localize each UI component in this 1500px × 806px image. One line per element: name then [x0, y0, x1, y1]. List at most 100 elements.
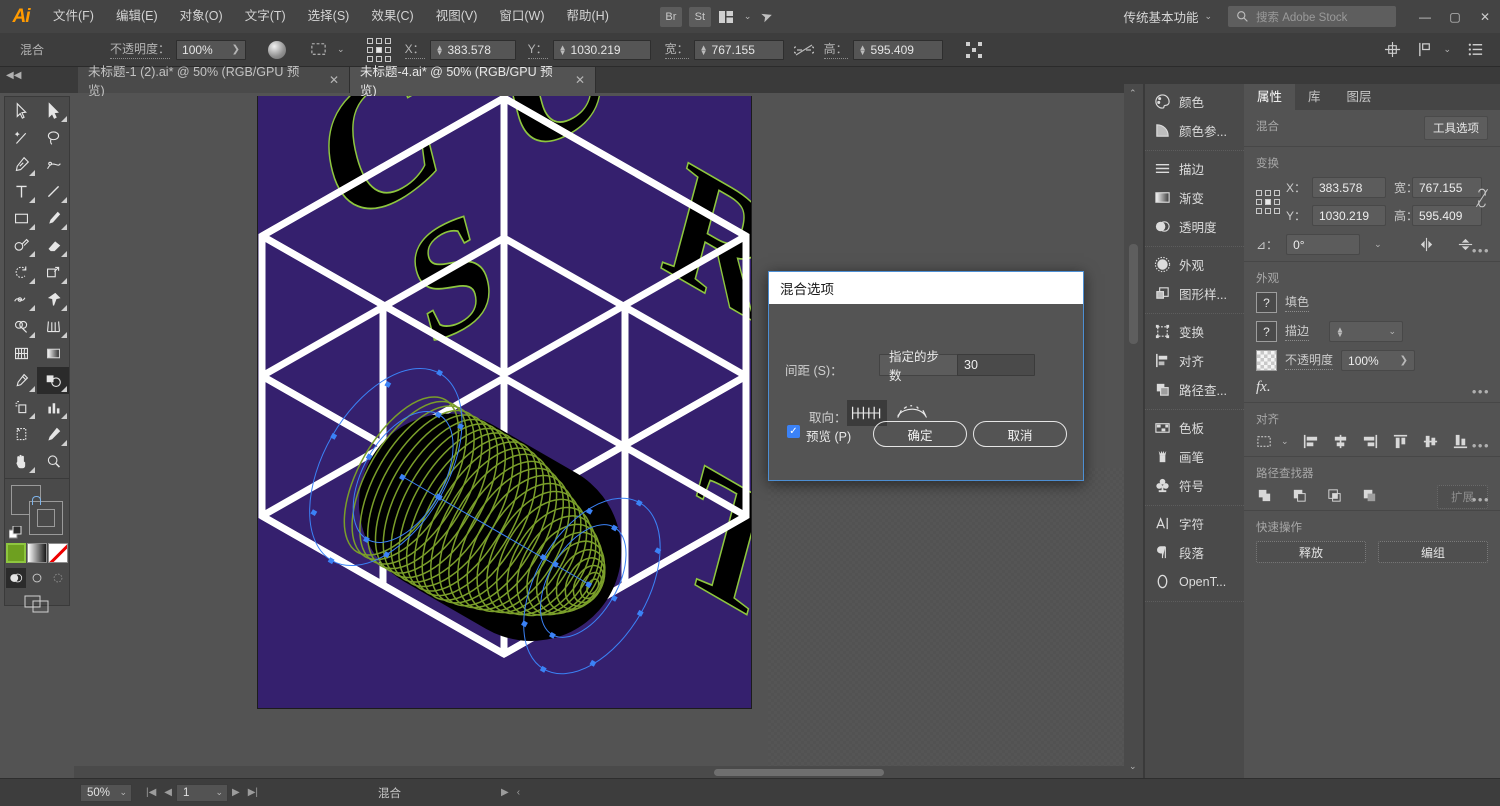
zoom-tool[interactable] [37, 448, 69, 475]
angle-chevron-down-icon[interactable]: ⌄ [1374, 239, 1382, 250]
menu-file[interactable]: 文件(F) [42, 0, 105, 33]
props-angle-input[interactable]: 0° [1286, 234, 1361, 255]
constrain-proportions-icon[interactable] [1474, 185, 1490, 211]
control-y-input[interactable]: ▲ ▼ 1030.219 [552, 39, 651, 60]
eyedropper-tool[interactable] [5, 367, 37, 394]
menu-effect[interactable]: 效果(C) [360, 0, 424, 33]
dock-item-stroke[interactable]: 描边 [1145, 154, 1244, 183]
anchor-tc[interactable] [375, 37, 382, 44]
dock-item-transparency[interactable]: 透明度 [1145, 212, 1244, 241]
align-bottom-icon[interactable] [1452, 433, 1469, 450]
stock-button[interactable]: St [688, 6, 711, 27]
selection-tool[interactable] [5, 97, 37, 124]
xf-anchor-mr[interactable] [1274, 198, 1280, 205]
align-center-horizontal-icon[interactable] [1332, 433, 1349, 450]
line-segment-tool[interactable] [37, 178, 69, 205]
stroke-swatch-button[interactable]: ? [1256, 321, 1277, 342]
artboard-tool[interactable] [5, 421, 37, 448]
props-opacity-input[interactable]: 100% ❯ [1341, 350, 1416, 371]
lasso-tool[interactable] [37, 124, 69, 151]
menu-select[interactable]: 选择(S) [297, 0, 361, 33]
dock-scroll-thumb[interactable] [1129, 244, 1138, 344]
control-opacity-input[interactable]: 100% ❯ [176, 39, 247, 60]
bridge-button[interactable]: Br [659, 6, 682, 27]
next-artboard-icon[interactable]: ▶ [228, 787, 244, 798]
select-similar-button[interactable]: ⌄ [310, 41, 345, 58]
dock-item-color[interactable]: 颜色 [1145, 87, 1244, 116]
tool-options-button[interactable]: 工具选项 [1424, 116, 1488, 140]
blend-tool[interactable] [37, 367, 69, 394]
status-collapse-icon[interactable]: ‹ [513, 787, 524, 798]
arrange-documents-button[interactable]: ⌄ [718, 9, 751, 25]
stock-search-input[interactable]: 搜索 Adobe Stock [1228, 6, 1396, 27]
none-fill-button[interactable] [48, 543, 69, 563]
opacity-expand-icon[interactable]: ❯ [232, 44, 240, 55]
dock-item-paragraph[interactable]: 段落 [1145, 538, 1244, 567]
xf-anchor-bl[interactable] [1256, 207, 1262, 214]
direct-selection-tool[interactable] [37, 97, 69, 124]
pathfinder-exclude-icon[interactable] [1361, 487, 1378, 504]
swap-fill-stroke-icon[interactable] [32, 496, 41, 505]
xf-anchor-tr[interactable] [1274, 189, 1280, 196]
shaper-tool[interactable] [5, 232, 37, 259]
stroke-weight-chevron-icon[interactable]: ⌄ [1388, 326, 1396, 337]
dock-item-symbols[interactable]: 符号 [1145, 471, 1244, 500]
fill-swatch[interactable] [29, 501, 63, 535]
link-dimensions-icon[interactable] [793, 43, 814, 57]
transform-anchor-widget[interactable] [1256, 189, 1286, 214]
eraser-tool[interactable] [37, 232, 69, 259]
align-to-dropdown[interactable]: ⌄ [1256, 433, 1289, 450]
canvas-horizontal-scrollbar[interactable] [74, 766, 1124, 778]
draw-normal-mode[interactable] [5, 568, 26, 588]
group-button[interactable]: 编组 [1378, 541, 1488, 563]
props-y-input[interactable]: 1030.219 [1312, 205, 1386, 226]
menu-type[interactable]: 文字(T) [234, 0, 297, 33]
align-middle-vertical-icon[interactable] [1422, 433, 1439, 450]
fx-button[interactable]: fx. [1256, 379, 1271, 396]
dock-scrollbar[interactable]: ⌃ ⌄ [1124, 84, 1144, 778]
pathfinder-intersect-icon[interactable] [1326, 487, 1343, 504]
preview-checkbox[interactable]: ✓ [787, 425, 800, 438]
dock-item-brushes[interactable]: 画笔 [1145, 442, 1244, 471]
flip-horizontal-icon[interactable] [1418, 236, 1435, 253]
align-left-icon[interactable] [1302, 433, 1319, 450]
dock-item-opentype[interactable]: OpenT... [1145, 567, 1244, 596]
dock-item-align[interactable]: 对齐 [1145, 346, 1244, 375]
menu-view[interactable]: 视图(V) [425, 0, 489, 33]
mesh-tool[interactable] [5, 340, 37, 367]
x-stepper-icon[interactable]: ▲ ▼ [436, 43, 444, 56]
tab-properties[interactable]: 属性 [1244, 84, 1296, 110]
hand-tool[interactable] [5, 448, 37, 475]
align-panel-icon[interactable] [1384, 41, 1401, 58]
menu-window[interactable]: 窗口(W) [488, 0, 555, 33]
screen-mode-icon[interactable] [24, 595, 50, 613]
opacity-mask-icon[interactable] [268, 40, 287, 59]
control-x-input[interactable]: ▲ ▼ 383.578 [429, 39, 516, 60]
last-artboard-icon[interactable]: ▶| [244, 787, 262, 798]
rotate-tool[interactable] [5, 259, 37, 286]
anchor-tl[interactable] [366, 37, 373, 44]
opacity-swatch[interactable] [1256, 350, 1277, 371]
dock-item-color-guide[interactable]: 颜色参... [1145, 116, 1244, 145]
dock-item-gradient[interactable]: 渐变 [1145, 183, 1244, 212]
h-stepper-icon[interactable]: ▲ ▼ [859, 43, 867, 56]
default-fill-stroke-icon[interactable] [8, 525, 22, 539]
control-width-input[interactable]: ▲ ▼ 767.155 [693, 39, 784, 60]
reference-point-widget[interactable] [366, 37, 391, 62]
props-w-input[interactable]: 767.155 [1412, 177, 1482, 198]
maximize-button[interactable]: ▢ [1440, 0, 1470, 33]
perspective-grid-tool[interactable] [37, 313, 69, 340]
xf-anchor-tl[interactable] [1256, 189, 1262, 196]
ok-button[interactable]: 确定 [873, 421, 967, 447]
dock-item-graphic-styles[interactable]: 图形样... [1145, 279, 1244, 308]
anchor-tr[interactable] [384, 37, 391, 44]
magic-wand-tool[interactable] [5, 124, 37, 151]
props-x-input[interactable]: 383.578 [1312, 177, 1386, 198]
gradient-fill-button[interactable] [26, 543, 47, 563]
artboard-caret-icon[interactable]: ⌄ [215, 787, 223, 798]
control-height-input[interactable]: ▲ ▼ 595.409 [852, 39, 943, 60]
draw-inside-mode[interactable] [48, 568, 68, 588]
stroke-weight-stepper-icon[interactable]: ▲ ▼ [1336, 325, 1344, 338]
first-artboard-icon[interactable]: |◀ [142, 787, 160, 798]
spacing-steps-input[interactable]: 30 [957, 354, 1035, 376]
